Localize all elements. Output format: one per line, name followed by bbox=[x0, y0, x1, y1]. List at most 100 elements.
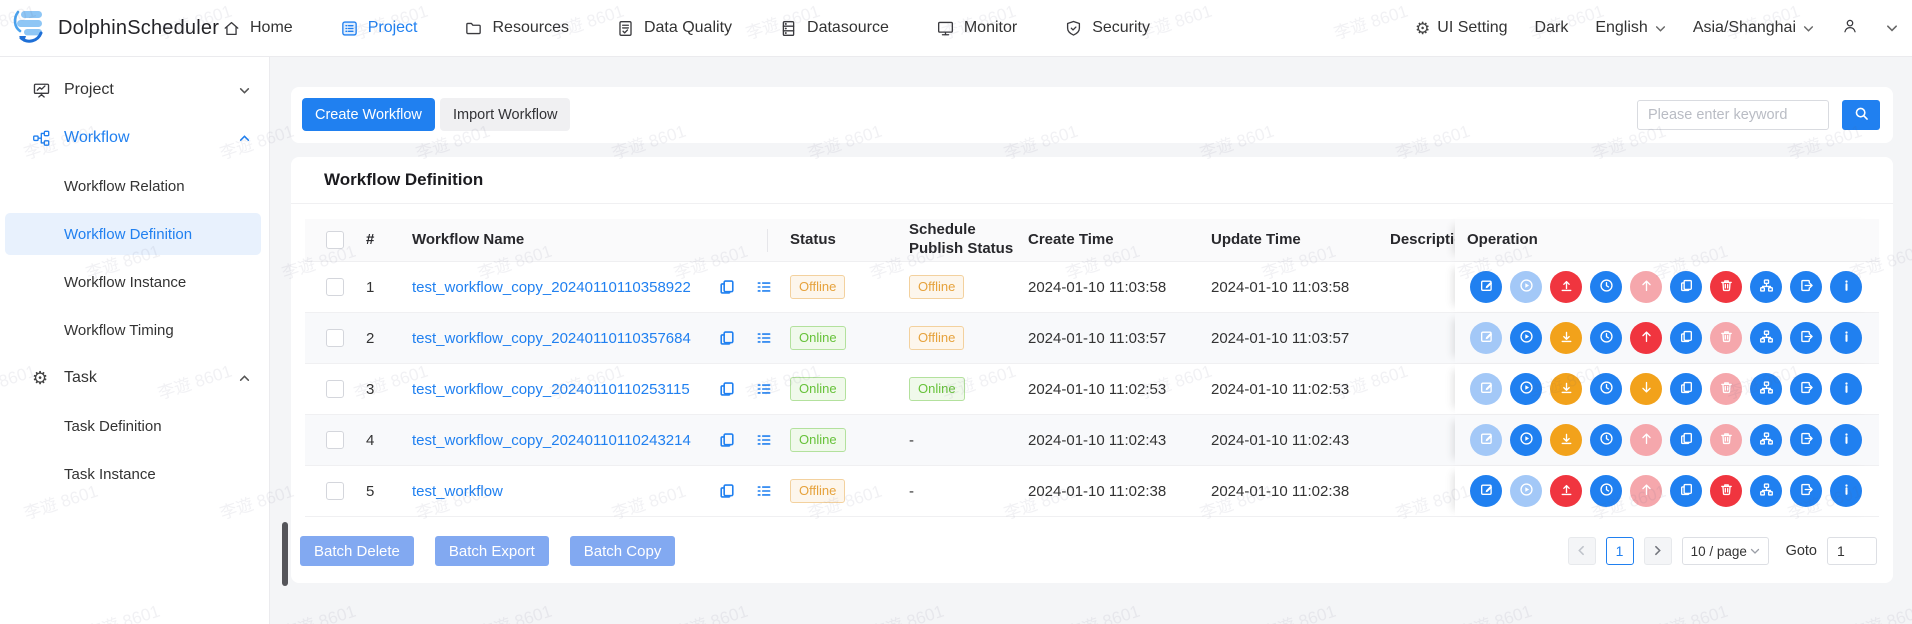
sidebar-item-workflow-instance[interactable]: Workflow Instance bbox=[0, 258, 270, 306]
search-button[interactable] bbox=[1842, 100, 1880, 130]
op-edit-button[interactable] bbox=[1470, 424, 1502, 456]
op-export-button[interactable] bbox=[1790, 271, 1822, 303]
batch-export-button[interactable]: Batch Export bbox=[435, 536, 549, 566]
brand[interactable]: DolphinScheduler bbox=[12, 0, 219, 56]
op-copy-button[interactable] bbox=[1670, 322, 1702, 354]
op-offline-button[interactable] bbox=[1550, 424, 1582, 456]
sidebar-item-task[interactable]: ⚙ Task bbox=[0, 354, 270, 402]
op-online-button[interactable] bbox=[1550, 475, 1582, 507]
next-page-button[interactable] bbox=[1644, 537, 1672, 565]
nav-security[interactable]: Security bbox=[1064, 19, 1150, 38]
op-tree-view-button[interactable] bbox=[1750, 271, 1782, 303]
op-edit-button[interactable] bbox=[1470, 322, 1502, 354]
sidebar-item-workflow-timing[interactable]: Workflow Timing bbox=[0, 306, 270, 354]
workflow-name-link[interactable]: test_workflow_copy_20240110110243214 bbox=[412, 432, 691, 449]
page-size-select[interactable]: 10 / page bbox=[1682, 537, 1769, 565]
copy-name-icon[interactable] bbox=[718, 482, 736, 500]
copy-name-icon[interactable] bbox=[718, 380, 736, 398]
op-delete-button[interactable] bbox=[1710, 424, 1742, 456]
op-schedule-online-button[interactable] bbox=[1630, 475, 1662, 507]
create-workflow-button[interactable]: Create Workflow bbox=[302, 98, 435, 131]
task-list-icon[interactable] bbox=[755, 431, 773, 449]
workflow-name-link[interactable]: test_workflow_copy_20240110110253115 bbox=[412, 381, 690, 398]
batch-copy-button[interactable]: Batch Copy bbox=[570, 536, 676, 566]
user-menu[interactable] bbox=[1841, 17, 1859, 40]
nav-resources[interactable]: Resources bbox=[464, 19, 568, 38]
op-schedule-online-button[interactable] bbox=[1630, 322, 1662, 354]
op-version-button[interactable] bbox=[1830, 322, 1862, 354]
page-1-button[interactable]: 1 bbox=[1606, 537, 1634, 565]
timezone-select[interactable]: Asia/Shanghai bbox=[1693, 19, 1814, 37]
op-online-button[interactable] bbox=[1550, 271, 1582, 303]
op-tree-view-button[interactable] bbox=[1750, 322, 1782, 354]
op-version-button[interactable] bbox=[1830, 424, 1862, 456]
op-delete-button[interactable] bbox=[1710, 475, 1742, 507]
row-checkbox[interactable] bbox=[326, 482, 344, 500]
op-export-button[interactable] bbox=[1790, 475, 1822, 507]
nav-data-quality[interactable]: Data Quality bbox=[616, 19, 732, 38]
nav-home[interactable]: Home bbox=[222, 19, 293, 38]
op-timing-button[interactable] bbox=[1590, 322, 1622, 354]
op-export-button[interactable] bbox=[1790, 373, 1822, 405]
op-schedule-online-button[interactable] bbox=[1630, 271, 1662, 303]
batch-delete-button[interactable]: Batch Delete bbox=[300, 536, 414, 566]
nav-project[interactable]: Project bbox=[340, 19, 418, 38]
op-tree-view-button[interactable] bbox=[1750, 475, 1782, 507]
op-run-button[interactable] bbox=[1510, 424, 1542, 456]
op-version-button[interactable] bbox=[1830, 271, 1862, 303]
language-select[interactable]: English bbox=[1595, 19, 1665, 37]
op-tree-view-button[interactable] bbox=[1750, 373, 1782, 405]
workflow-name-link[interactable]: test_workflow_copy_20240110110358922 bbox=[412, 279, 691, 296]
op-run-button[interactable] bbox=[1510, 475, 1542, 507]
op-timing-button[interactable] bbox=[1590, 271, 1622, 303]
workflow-name-link[interactable]: test_workflow bbox=[412, 483, 503, 500]
task-list-icon[interactable] bbox=[755, 482, 773, 500]
op-delete-button[interactable] bbox=[1710, 373, 1742, 405]
op-version-button[interactable] bbox=[1830, 373, 1862, 405]
op-schedule-offline-button[interactable] bbox=[1630, 373, 1662, 405]
op-edit-button[interactable] bbox=[1470, 373, 1502, 405]
op-run-button[interactable] bbox=[1510, 322, 1542, 354]
sidebar-item-project[interactable]: Project bbox=[0, 66, 270, 114]
op-copy-button[interactable] bbox=[1670, 424, 1702, 456]
row-checkbox[interactable] bbox=[326, 431, 344, 449]
task-list-icon[interactable] bbox=[755, 380, 773, 398]
op-export-button[interactable] bbox=[1790, 322, 1822, 354]
op-copy-button[interactable] bbox=[1670, 373, 1702, 405]
op-copy-button[interactable] bbox=[1670, 271, 1702, 303]
op-tree-view-button[interactable] bbox=[1750, 424, 1782, 456]
import-workflow-button[interactable]: Import Workflow bbox=[440, 98, 570, 131]
copy-name-icon[interactable] bbox=[718, 329, 736, 347]
row-checkbox[interactable] bbox=[326, 329, 344, 347]
op-run-button[interactable] bbox=[1510, 271, 1542, 303]
sidebar-item-workflow-definition[interactable]: Workflow Definition bbox=[0, 210, 270, 258]
chevron-down-icon[interactable] bbox=[1886, 22, 1898, 34]
prev-page-button[interactable] bbox=[1568, 537, 1596, 565]
nav-monitor[interactable]: Monitor bbox=[936, 19, 1017, 38]
op-timing-button[interactable] bbox=[1590, 475, 1622, 507]
op-edit-button[interactable] bbox=[1470, 271, 1502, 303]
select-all-checkbox[interactable] bbox=[326, 231, 344, 249]
scrollbar-thumb[interactable] bbox=[282, 522, 288, 586]
theme-toggle[interactable]: Dark bbox=[1535, 19, 1569, 37]
row-checkbox[interactable] bbox=[326, 380, 344, 398]
goto-input[interactable] bbox=[1827, 537, 1877, 565]
sidebar-item-task-definition[interactable]: Task Definition bbox=[0, 402, 270, 450]
sidebar-item-workflow[interactable]: Workflow bbox=[0, 114, 270, 162]
op-version-button[interactable] bbox=[1830, 475, 1862, 507]
ui-setting-button[interactable]: ⚙ UI Setting bbox=[1415, 19, 1508, 37]
op-timing-button[interactable] bbox=[1590, 373, 1622, 405]
copy-name-icon[interactable] bbox=[718, 278, 736, 296]
op-schedule-online-button[interactable] bbox=[1630, 424, 1662, 456]
op-offline-button[interactable] bbox=[1550, 373, 1582, 405]
copy-name-icon[interactable] bbox=[718, 431, 736, 449]
op-copy-button[interactable] bbox=[1670, 475, 1702, 507]
op-export-button[interactable] bbox=[1790, 424, 1822, 456]
op-delete-button[interactable] bbox=[1710, 271, 1742, 303]
op-delete-button[interactable] bbox=[1710, 322, 1742, 354]
sidebar-item-workflow-relation[interactable]: Workflow Relation bbox=[0, 162, 270, 210]
task-list-icon[interactable] bbox=[755, 329, 773, 347]
op-timing-button[interactable] bbox=[1590, 424, 1622, 456]
op-offline-button[interactable] bbox=[1550, 322, 1582, 354]
row-checkbox[interactable] bbox=[326, 278, 344, 296]
